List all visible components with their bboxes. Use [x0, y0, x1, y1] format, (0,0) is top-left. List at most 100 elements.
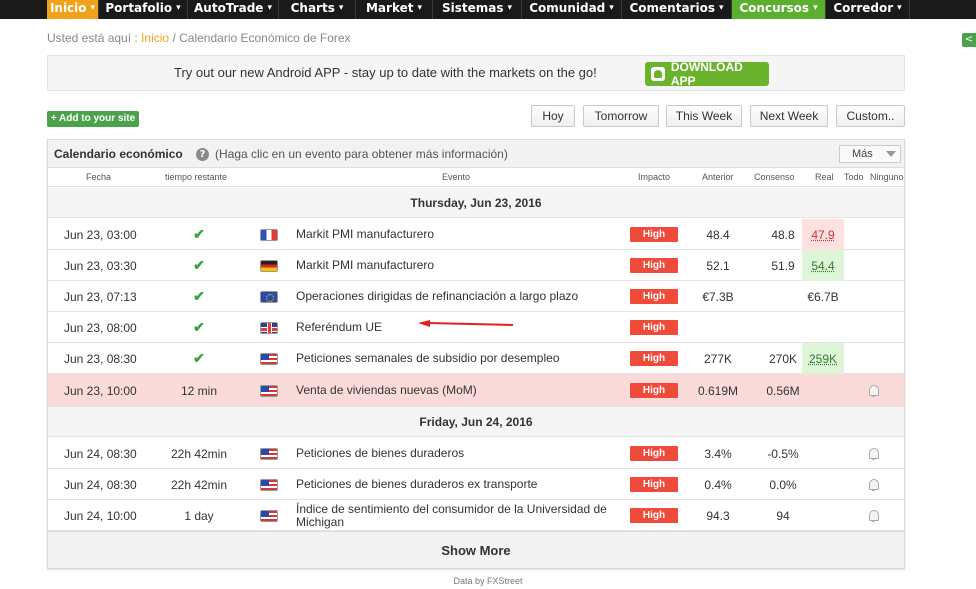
event-remaining: ✔: [144, 343, 254, 374]
impact-cell: High: [630, 343, 678, 374]
event-date: Jun 24, 08:30: [64, 477, 137, 492]
bell-icon[interactable]: [868, 478, 880, 491]
alert-cell[interactable]: [858, 500, 890, 531]
nav-item-inicio[interactable]: Inicio ▾: [47, 0, 99, 19]
event-previous: €7.3B: [702, 289, 734, 304]
event-actual: 259K: [802, 343, 844, 374]
remaining-time: 1 day: [184, 508, 214, 523]
help-icon[interactable]: ?: [196, 148, 209, 161]
more-dropdown-label: Más: [852, 148, 873, 160]
table-row[interactable]: Jun 23, 03:30 ✔ Markit PMI manufacturero Hi…: [48, 250, 904, 281]
this-week-button[interactable]: This Week: [666, 105, 742, 127]
check-icon: ✔: [193, 226, 205, 242]
impact-cell: High: [630, 281, 678, 312]
impact-cell: High: [630, 500, 678, 531]
event-remaining: 1 day: [144, 500, 254, 531]
event-date: Jun 23, 08:00: [64, 320, 137, 335]
flag-cell: [260, 281, 278, 312]
chevron-down-icon: [886, 151, 896, 157]
impact-badge: High: [630, 383, 678, 398]
chevron-down-icon: ▾: [718, 3, 724, 13]
nav-item-concursos[interactable]: Concursos ▾: [732, 0, 826, 19]
event-name[interactable]: Índice de sentimiento del consumidor de …: [296, 500, 626, 531]
event-actual: [802, 500, 844, 531]
data-credits: Data by FXStreet: [453, 576, 523, 586]
table-row[interactable]: Jun 23, 08:30 ✔ Peticiones semanales de su…: [48, 343, 904, 374]
flag-de-icon: [260, 259, 278, 272]
table-row[interactable]: Jun 23, 07:13 ✔ Operaciones dirigidas de r…: [48, 281, 904, 312]
alert-cell[interactable]: [858, 374, 890, 407]
event-previous: 94.3: [706, 508, 730, 523]
table-row[interactable]: Jun 24, 10:00 1 day Índice de sentimiento …: [48, 500, 904, 531]
event-name[interactable]: Operaciones dirigidas de refinanciación …: [296, 281, 626, 312]
event-remaining: ✔: [144, 281, 254, 312]
nav-item-autotrade[interactable]: AutoTrade ▾: [188, 0, 279, 19]
chevron-down-icon: ▾: [417, 3, 423, 13]
event-remaining: 22h 42min: [144, 438, 254, 469]
table-row[interactable]: Jun 23, 03:00 ✔ Markit PMI manufacturero Hi…: [48, 219, 904, 250]
tomorrow-button[interactable]: Tomorrow: [583, 105, 659, 127]
custom-range-button[interactable]: Custom..: [836, 105, 905, 127]
nav-item-label: Charts: [290, 1, 335, 15]
nav-item-charts[interactable]: Charts ▾: [279, 0, 356, 19]
breadcrumb-prefix: Usted está aquí :: [47, 31, 138, 45]
nav-item-comunidad[interactable]: Comunidad ▾: [522, 0, 622, 19]
event-name[interactable]: Peticiones de bienes duraderos: [296, 438, 626, 469]
next-week-button[interactable]: Next Week: [750, 105, 828, 127]
event-name[interactable]: Peticiones semanales de subsidio por des…: [296, 343, 626, 374]
nav-item-portafolio[interactable]: Portafolio ▾: [99, 0, 188, 19]
impact-cell: High: [630, 312, 678, 343]
annotation-arrow-icon: [418, 320, 514, 327]
nav-item-market[interactable]: Market ▾: [356, 0, 433, 19]
chevron-down-icon: ▾: [897, 3, 902, 13]
download-app-button[interactable]: DOWNLOAD APP: [645, 60, 769, 88]
impact-badge: High: [630, 289, 678, 304]
event-date: Jun 23, 03:00: [64, 227, 137, 242]
table-row[interactable]: Jun 24, 08:30 22h 42min Peticiones de bien…: [48, 438, 904, 469]
nav-item-corredor[interactable]: Corredor ▾: [826, 0, 910, 19]
column-header-consensus: Consenso: [754, 172, 795, 182]
table-row[interactable]: Jun 23, 10:00 12 min Venta de viviendas nu…: [48, 374, 904, 407]
event-name[interactable]: Markit PMI manufacturero: [296, 250, 626, 281]
column-header-event: Evento: [442, 172, 471, 182]
alert-cell[interactable]: [858, 469, 890, 500]
event-remaining: ✔: [144, 250, 254, 281]
bell-icon[interactable]: [868, 509, 880, 522]
flag-cell: [260, 250, 278, 281]
panel-header: Calendario económico ? (Haga clic en un …: [48, 140, 904, 168]
event-date: Jun 23, 08:30: [64, 351, 137, 366]
check-icon: ✔: [193, 350, 205, 366]
event-remaining: ✔: [144, 219, 254, 250]
event-name[interactable]: Markit PMI manufacturero: [296, 219, 626, 250]
bell-icon[interactable]: [868, 384, 880, 397]
event-name[interactable]: Venta de viviendas nuevas (MoM): [296, 374, 626, 407]
breadcrumb-home-link[interactable]: Inicio: [141, 31, 169, 45]
chevron-down-icon: ▾: [90, 3, 96, 13]
show-more-button[interactable]: Show More: [48, 531, 904, 568]
flag-cell: [260, 500, 278, 531]
event-date: Jun 23, 10:00: [64, 383, 137, 398]
breadcrumb-separator: /: [172, 31, 176, 45]
more-dropdown[interactable]: Más: [839, 145, 901, 163]
event-name[interactable]: Peticiones de bienes duraderos ex transp…: [296, 469, 626, 500]
flag-cell: [260, 374, 278, 407]
impact-cell: High: [630, 374, 678, 407]
check-icon: ✔: [193, 257, 205, 273]
add-to-site-button[interactable]: + Add to your site: [47, 111, 139, 127]
nav-item-label: Portafolio: [105, 1, 173, 15]
column-header-all[interactable]: Todo: [844, 172, 864, 182]
event-previous: 277K: [703, 351, 733, 366]
flag-us-icon: [260, 478, 278, 491]
alert-cell[interactable]: [858, 438, 890, 469]
column-header-none[interactable]: Ninguno: [870, 172, 904, 182]
share-icon[interactable]: <: [962, 33, 976, 47]
day-header-row: Friday, Jun 24, 2016: [48, 407, 904, 437]
table-row[interactable]: Jun 24, 08:30 22h 42min Peticiones de bien…: [48, 469, 904, 500]
nav-item-comentarios[interactable]: Comentarios ▾: [622, 0, 732, 19]
bell-icon[interactable]: [868, 447, 880, 460]
today-button[interactable]: Hoy: [531, 105, 575, 127]
event-date: Jun 23, 03:30: [64, 258, 137, 273]
impact-badge: High: [630, 227, 678, 242]
nav-item-sistemas[interactable]: Sistemas ▾: [433, 0, 522, 19]
event-actual: 54.4: [802, 250, 844, 281]
